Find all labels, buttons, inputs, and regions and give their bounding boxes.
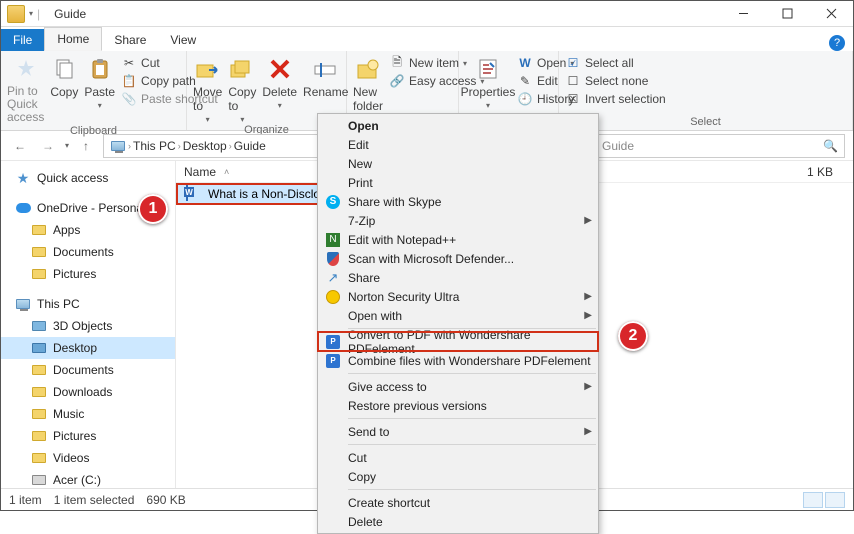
sidebar-item-pictures-2[interactable]: Pictures <box>1 425 175 447</box>
tab-home[interactable]: Home <box>44 27 102 51</box>
ctx-edit[interactable]: Edit <box>318 135 598 154</box>
close-button[interactable] <box>809 1 853 27</box>
ctx-open[interactable]: Open <box>318 116 598 135</box>
ctx-share[interactable]: Share <box>318 268 598 287</box>
ctx-7zip[interactable]: 7-Zip▶ <box>318 211 598 230</box>
pdfelement-icon: P <box>326 335 340 349</box>
group-label-select: Select <box>559 116 852 130</box>
ctx-notepadpp[interactable]: NEdit with Notepad++ <box>318 230 598 249</box>
ctx-convert-pdf[interactable]: PConvert to PDF with Wondershare PDFelem… <box>318 332 598 351</box>
chevron-right-icon: ▶ <box>584 291 592 302</box>
properties-button[interactable]: Properties▾ <box>465 55 511 110</box>
ctx-print[interactable]: Print <box>318 173 598 192</box>
help-icon[interactable]: ? <box>829 35 845 51</box>
paste-button[interactable]: Paste ▾ <box>84 55 115 110</box>
chevron-right-icon: ▶ <box>584 215 592 226</box>
sidebar-item-acer-drive[interactable]: Acer (C:) <box>1 469 175 488</box>
status-selected-count: 1 item selected <box>54 493 135 507</box>
annotation-badge-1: 1 <box>138 194 168 224</box>
ctx-new[interactable]: New <box>318 154 598 173</box>
ribbon-tabs: File Home Share View ? <box>1 27 853 51</box>
title-bar: ▾ | Guide <box>1 1 853 27</box>
ctx-skype[interactable]: SShare with Skype <box>318 192 598 211</box>
sidebar-item-quick-access[interactable]: ★Quick access <box>1 167 175 189</box>
new-folder-button[interactable]: New folder <box>353 55 383 113</box>
notepadpp-icon: N <box>326 233 340 247</box>
sidebar-item-this-pc[interactable]: This PC <box>1 293 175 315</box>
quick-access-toolbar: ▾ | <box>1 5 46 23</box>
back-button[interactable]: ← <box>9 135 31 157</box>
select-all-button[interactable]: ☑Select all <box>565 55 666 71</box>
copy-button[interactable]: Copy <box>50 55 78 99</box>
ctx-restore-versions[interactable]: Restore previous versions <box>318 396 598 415</box>
ctx-cut[interactable]: Cut <box>318 448 598 467</box>
sidebar-item-pictures[interactable]: Pictures <box>1 263 175 285</box>
skype-icon: S <box>326 195 340 209</box>
rename-button[interactable]: Rename <box>303 55 348 99</box>
status-size: 690 KB <box>146 493 185 507</box>
ctx-create-shortcut[interactable]: Create shortcut <box>318 493 598 512</box>
tab-file[interactable]: File <box>1 29 44 51</box>
copy-to-button[interactable]: Copy to▾ <box>228 55 256 124</box>
sidebar-item-music[interactable]: Music <box>1 403 175 425</box>
pin-quick-access-button[interactable]: Pin to Quick access <box>7 55 44 125</box>
ctx-open-with[interactable]: Open with▶ <box>318 306 598 325</box>
status-item-count: 1 item <box>9 493 42 507</box>
chevron-right-icon: ▶ <box>584 310 592 321</box>
sidebar-item-3d-objects[interactable]: 3D Objects <box>1 315 175 337</box>
annotation-badge-2: 2 <box>618 321 648 351</box>
sidebar-item-documents[interactable]: Documents <box>1 241 175 263</box>
window-icon <box>7 5 25 23</box>
context-menu: Open Edit New Print SShare with Skype 7-… <box>317 113 599 534</box>
tab-share[interactable]: Share <box>102 29 158 51</box>
ctx-delete[interactable]: Delete <box>318 512 598 531</box>
tab-view[interactable]: View <box>158 29 208 51</box>
shield-icon <box>327 252 339 266</box>
ctx-send-to[interactable]: Send to▶ <box>318 422 598 441</box>
view-thumbnails-button[interactable] <box>825 492 845 508</box>
view-details-button[interactable] <box>803 492 823 508</box>
move-to-button[interactable]: Move to▾ <box>193 55 222 124</box>
sidebar-item-documents-2[interactable]: Documents <box>1 359 175 381</box>
ctx-defender[interactable]: Scan with Microsoft Defender... <box>318 249 598 268</box>
chevron-right-icon: ▶ <box>584 381 592 392</box>
forward-button[interactable]: → <box>37 135 59 157</box>
ctx-give-access[interactable]: Give access to▶ <box>318 377 598 396</box>
up-button[interactable]: ↑ <box>75 135 97 157</box>
sidebar-item-videos[interactable]: Videos <box>1 447 175 469</box>
minimize-button[interactable] <box>721 1 765 27</box>
crumb-this-pc[interactable]: This PC <box>133 139 176 153</box>
window-title: Guide <box>46 7 721 21</box>
search-input[interactable]: Guide 🔍 <box>595 134 845 158</box>
share-icon <box>322 270 344 286</box>
select-none-button[interactable]: ☐Select none <box>565 73 666 89</box>
chevron-right-icon: ▶ <box>584 426 592 437</box>
delete-button[interactable]: Delete▾ <box>262 55 297 110</box>
invert-selection-button[interactable]: ☒Invert selection <box>565 91 666 107</box>
ctx-norton[interactable]: Norton Security Ultra▶ <box>318 287 598 306</box>
pdfelement-icon: P <box>326 354 340 368</box>
search-icon: 🔍 <box>823 139 838 153</box>
ctx-combine-pdf[interactable]: PCombine files with Wondershare PDFeleme… <box>318 351 598 370</box>
sidebar-item-desktop[interactable]: Desktop <box>1 337 175 359</box>
crumb-guide[interactable]: Guide <box>234 139 266 153</box>
maximize-button[interactable] <box>765 1 809 27</box>
ctx-copy[interactable]: Copy <box>318 467 598 486</box>
crumb-desktop[interactable]: Desktop <box>183 139 227 153</box>
norton-icon <box>326 290 340 304</box>
sidebar-item-downloads[interactable]: Downloads <box>1 381 175 403</box>
